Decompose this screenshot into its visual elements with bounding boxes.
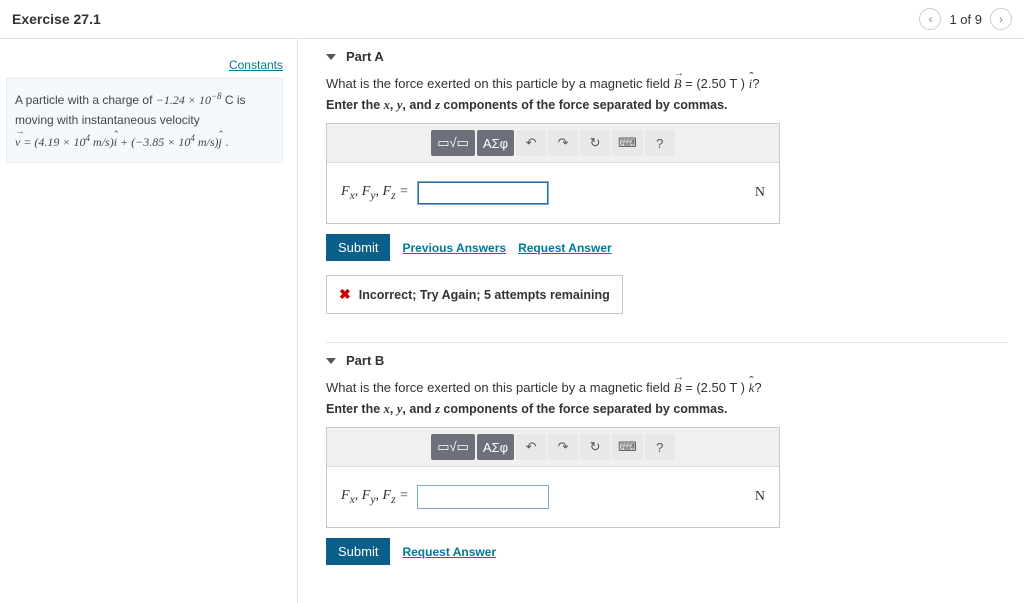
part-a-submit-button[interactable]: Submit: [326, 234, 390, 261]
part-a-previous-answers-link[interactable]: Previous Answers: [402, 241, 506, 255]
greek-button[interactable]: ΑΣφ: [477, 434, 514, 460]
part-a-lhs: Fx, Fy, Fz =: [341, 184, 409, 202]
undo-button[interactable]: ↶: [516, 130, 546, 156]
part-b-unit: N: [755, 489, 765, 505]
part-a-title: Part A: [346, 49, 384, 64]
nav-position: 1 of 9: [949, 12, 982, 27]
constants-link[interactable]: Constants: [229, 58, 283, 72]
part-b-lhs: Fx, Fy, Fz =: [341, 488, 409, 506]
part-b-title: Part B: [346, 353, 384, 368]
templates-button[interactable]: ▭√▭: [431, 434, 475, 460]
part-a-toolbar: ▭√▭ ΑΣφ ↶ ↷ ↻ ⌨ ?: [327, 124, 779, 163]
part-b: Part B What is the force exerted on this…: [326, 353, 1008, 565]
help-button[interactable]: ?: [645, 130, 675, 156]
divider: [326, 342, 1008, 343]
part-a-input[interactable]: [417, 181, 549, 205]
templates-button[interactable]: ▭√▭: [431, 130, 475, 156]
undo-button[interactable]: ↶: [516, 434, 546, 460]
part-a-answer-box: ▭√▭ ΑΣφ ↶ ↷ ↻ ⌨ ? Fx, Fy, Fz = N: [326, 123, 780, 224]
part-a-instruction: Enter the x, y, and z components of the …: [326, 98, 1008, 113]
reset-button[interactable]: ↻: [580, 434, 610, 460]
next-button[interactable]: ›: [990, 8, 1012, 30]
nav-controls: ‹ 1 of 9 ›: [919, 8, 1012, 30]
redo-button[interactable]: ↷: [548, 130, 578, 156]
reset-button[interactable]: ↻: [580, 130, 610, 156]
incorrect-x-icon: ✖: [339, 286, 351, 303]
redo-button[interactable]: ↷: [548, 434, 578, 460]
part-a-request-answer-link[interactable]: Request Answer: [518, 241, 612, 255]
keyboard-button[interactable]: ⌨: [612, 130, 643, 156]
part-b-submit-button[interactable]: Submit: [326, 538, 390, 565]
problem-text: A particle with a charge of: [15, 93, 156, 107]
help-button[interactable]: ?: [645, 434, 675, 460]
top-bar: Exercise 27.1 ‹ 1 of 9 ›: [0, 0, 1024, 39]
prev-button[interactable]: ‹: [919, 8, 941, 30]
sidebar: Constants A particle with a charge of −1…: [0, 39, 298, 603]
part-a-feedback: ✖ Incorrect; Try Again; 5 attempts remai…: [326, 275, 623, 314]
part-a: Part A What is the force exerted on this…: [326, 49, 1008, 314]
part-b-toolbar: ▭√▭ ΑΣφ ↶ ↷ ↻ ⌨ ?: [327, 428, 779, 467]
part-b-answer-box: ▭√▭ ΑΣφ ↶ ↷ ↻ ⌨ ? Fx, Fy, Fz = N: [326, 427, 780, 528]
part-b-instruction: Enter the x, y, and z components of the …: [326, 402, 1008, 417]
part-b-request-answer-link[interactable]: Request Answer: [402, 545, 496, 559]
keyboard-button[interactable]: ⌨: [612, 434, 643, 460]
caret-down-icon[interactable]: [326, 358, 336, 364]
caret-down-icon[interactable]: [326, 54, 336, 60]
part-a-question: What is the force exerted on this partic…: [326, 76, 1008, 92]
part-b-question: What is the force exerted on this partic…: [326, 380, 1008, 396]
exercise-title: Exercise 27.1: [12, 11, 101, 27]
part-b-input[interactable]: [417, 485, 549, 509]
problem-statement: A particle with a charge of −1.24 × 10−8…: [6, 78, 283, 163]
greek-button[interactable]: ΑΣφ: [477, 130, 514, 156]
part-a-unit: N: [755, 185, 765, 201]
